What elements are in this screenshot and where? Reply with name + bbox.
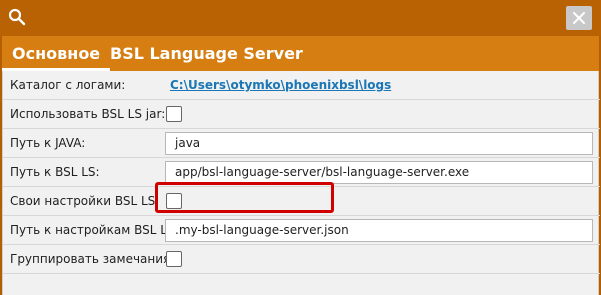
group-issues-row: Группировать замечания:	[3, 245, 600, 274]
java-path-row: Путь к JAVA: java	[3, 129, 600, 158]
use-bsl-ls-jar-label: Использовать BSL LS jar:	[10, 107, 166, 121]
settings-path-value: .my-bsl-language-server.json	[175, 223, 349, 237]
use-bsl-ls-jar-checkbox[interactable]	[166, 106, 182, 122]
bsl-ls-path-value: app/bsl-language-server/bsl-language-ser…	[175, 165, 470, 179]
group-issues-label: Группировать замечания:	[10, 252, 175, 266]
search-icon[interactable]	[8, 8, 26, 26]
close-button[interactable]	[566, 6, 592, 30]
java-path-label: Путь к JAVA:	[10, 136, 86, 150]
logs-directory-label: Каталог с логами:	[10, 78, 126, 92]
logs-directory-link[interactable]: C:\Users\otymko\phoenixbsl\logs	[170, 71, 391, 100]
use-bsl-ls-jar-row: Использовать BSL LS jar:	[3, 100, 600, 129]
settings-path-input[interactable]: .my-bsl-language-server.json	[165, 219, 593, 242]
bsl-ls-path-input[interactable]: app/bsl-language-server/bsl-language-ser…	[165, 161, 593, 184]
settings-path-label: Путь к настройкам BSL LS:	[10, 223, 179, 237]
settings-form: Каталог с логами: C:\Users\otymko\phoeni…	[2, 71, 600, 295]
logs-directory-row: Каталог с логами: C:\Users\otymko\phoeni…	[3, 71, 600, 100]
settings-panel: Основное BSL Language Server Каталог с л…	[1, 36, 600, 295]
bsl-ls-path-label: Путь к BSL LS:	[10, 165, 100, 179]
custom-settings-row: Свои настройки BSL LS:	[3, 187, 600, 216]
tab-bar: Основное BSL Language Server	[1, 36, 599, 71]
custom-settings-label: Свои настройки BSL LS:	[10, 194, 160, 208]
java-path-value: java	[175, 136, 201, 150]
settings-path-row: Путь к настройкам BSL LS: .my-bsl-langua…	[3, 216, 600, 245]
title-bar	[0, 0, 601, 36]
java-path-input[interactable]: java	[165, 132, 593, 155]
group-issues-checkbox[interactable]	[166, 251, 182, 267]
custom-settings-checkbox[interactable]	[166, 193, 182, 209]
settings-window: Основное BSL Language Server Каталог с л…	[0, 0, 601, 295]
bsl-ls-path-row: Путь к BSL LS: app/bsl-language-server/b…	[3, 158, 600, 187]
tab-bsl-language-server[interactable]: BSL Language Server	[110, 36, 303, 71]
tab-main[interactable]: Основное	[1, 36, 111, 71]
close-icon	[573, 12, 585, 24]
